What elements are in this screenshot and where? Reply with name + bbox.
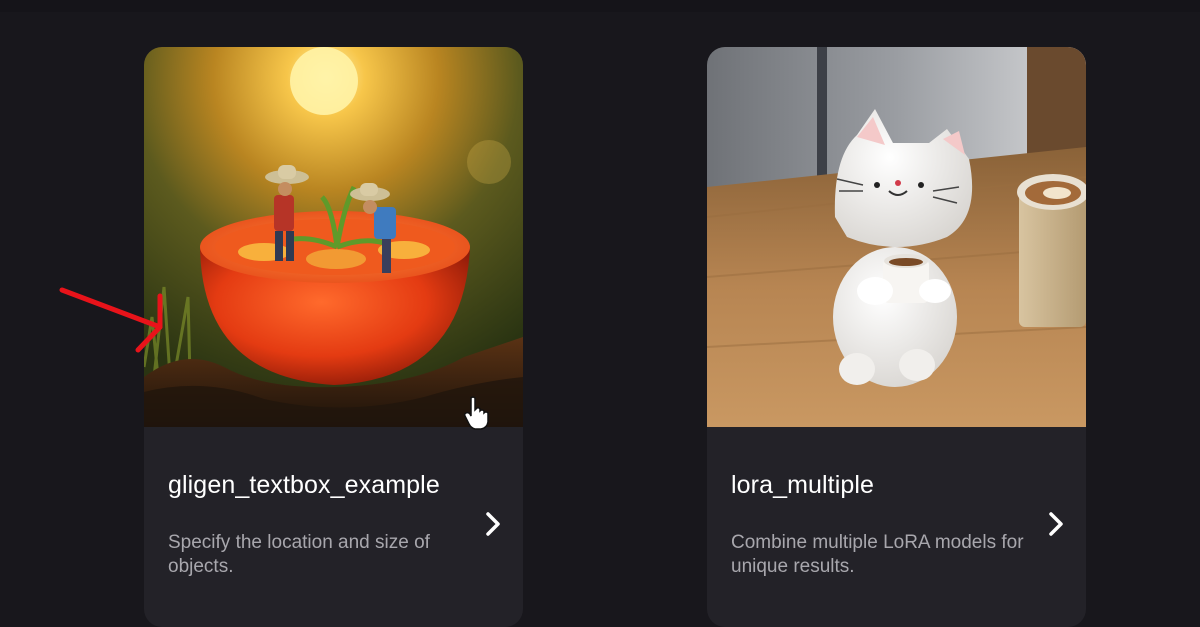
workflow-card-lora-multiple[interactable]: lora_multiple Combine multiple LoRA mode… — [707, 47, 1086, 627]
card-thumbnail[interactable] — [707, 47, 1086, 427]
card-body: lora_multiple Combine multiple LoRA mode… — [707, 427, 1086, 627]
card-title[interactable]: gligen_textbox_example — [168, 471, 440, 500]
ceramic-cat-coffee-image — [707, 47, 1086, 427]
top-strip — [0, 0, 1200, 12]
tomato-farmers-image — [144, 47, 523, 427]
card-title[interactable]: lora_multiple — [731, 471, 874, 500]
card-description: Combine multiple LoRA models for unique … — [731, 532, 1024, 577]
card-description: Specify the location and size of objects… — [168, 532, 430, 577]
card-thumbnail[interactable] — [144, 47, 523, 427]
workflow-card-gligen-textbox-example[interactable]: gligen_textbox_example Specify the locat… — [144, 47, 523, 627]
card-body: gligen_textbox_example Specify the locat… — [144, 427, 523, 627]
chevron-right-icon[interactable] — [481, 509, 505, 539]
chevron-right-icon[interactable] — [1044, 509, 1068, 539]
